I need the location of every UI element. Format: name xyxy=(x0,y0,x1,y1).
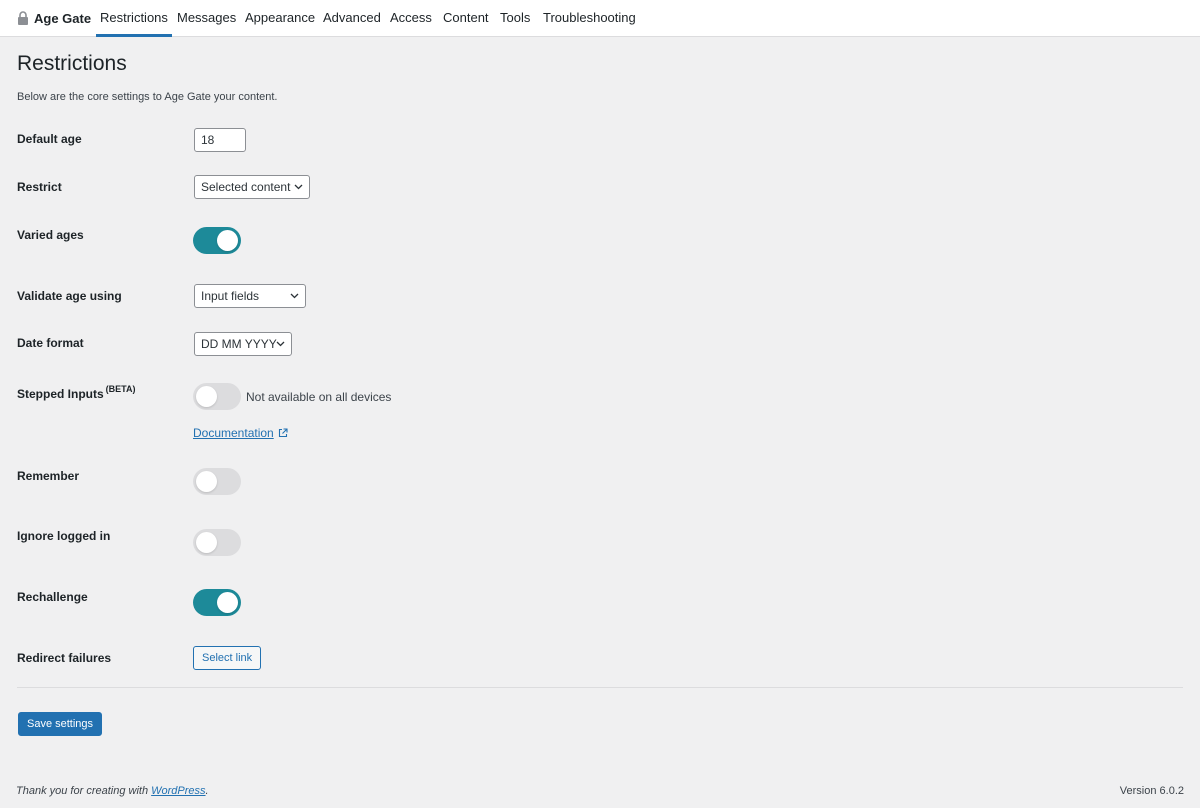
ignore-logged-in-label: Ignore logged in xyxy=(17,529,111,543)
ignore-logged-in-toggle[interactable] xyxy=(193,529,241,556)
chevron-down-icon xyxy=(276,341,285,347)
stepped-inputs-note: Not available on all devices xyxy=(246,390,392,404)
validate-age-label: Validate age using xyxy=(17,289,122,303)
external-link-icon xyxy=(278,428,288,438)
date-format-label: Date format xyxy=(17,336,84,350)
rechallenge-toggle[interactable] xyxy=(193,589,241,616)
rechallenge-label: Rechallenge xyxy=(17,590,88,604)
varied-ages-label: Varied ages xyxy=(17,228,84,242)
tab-tools[interactable]: Tools xyxy=(500,0,530,37)
tab-access[interactable]: Access xyxy=(390,0,432,37)
restrict-select-value: Selected content xyxy=(201,180,291,194)
beta-badge: (BETA) xyxy=(105,384,136,394)
stepped-inputs-label-text: Stepped Inputs xyxy=(17,387,104,401)
lock-icon xyxy=(17,11,29,25)
chevron-down-icon xyxy=(290,293,299,299)
footer-thanks-suffix: . xyxy=(205,785,209,797)
varied-ages-toggle[interactable] xyxy=(193,227,241,254)
footer-version: Version 6.0.2 xyxy=(1119,785,1184,797)
brand-name: Age Gate xyxy=(34,10,92,26)
toggle-knob xyxy=(217,592,238,613)
tab-troubleshooting[interactable]: Troubleshooting xyxy=(543,0,636,37)
documentation-link-text: Documentation xyxy=(193,426,274,440)
stepped-inputs-label: Stepped Inputs (BETA) xyxy=(17,384,136,401)
remember-label: Remember xyxy=(17,469,80,483)
tab-appearance[interactable]: Appearance xyxy=(245,0,315,37)
default-age-input[interactable] xyxy=(194,128,246,152)
divider xyxy=(17,687,1183,688)
brand: Age Gate xyxy=(17,0,91,36)
tab-messages[interactable]: Messages xyxy=(177,0,236,37)
toggle-knob xyxy=(196,386,217,407)
tab-restrictions[interactable]: Restrictions xyxy=(96,0,172,37)
remember-toggle[interactable] xyxy=(193,468,241,495)
footer-thanks: Thank you for creating with WordPress. xyxy=(16,785,209,797)
redirect-failures-label: Redirect failures xyxy=(17,651,112,665)
top-navigation: Age Gate Restrictions Messages Appearanc… xyxy=(0,0,1200,37)
validate-age-select[interactable]: Input fields xyxy=(194,284,306,308)
stepped-inputs-toggle[interactable] xyxy=(193,383,241,410)
validate-age-select-value: Input fields xyxy=(201,289,260,303)
toggle-knob xyxy=(217,230,238,251)
toggle-knob xyxy=(196,532,217,553)
toggle-knob xyxy=(196,471,217,492)
page-description: Below are the core settings to Age Gate … xyxy=(17,91,278,103)
chevron-down-icon xyxy=(294,184,303,190)
date-format-select-value: DD MM YYYY xyxy=(201,337,277,351)
save-settings-button[interactable]: Save settings xyxy=(18,712,103,736)
date-format-select[interactable]: DD MM YYYY xyxy=(194,332,292,356)
tab-content[interactable]: Content xyxy=(443,0,489,37)
restrict-select[interactable]: Selected content xyxy=(194,175,310,199)
page-title: Restrictions xyxy=(17,52,127,75)
tab-advanced[interactable]: Advanced xyxy=(323,0,381,37)
documentation-link[interactable]: Documentation xyxy=(193,426,288,440)
wordpress-link[interactable]: WordPress xyxy=(151,785,205,797)
default-age-label: Default age xyxy=(17,132,82,146)
footer-thanks-prefix: Thank you for creating with xyxy=(16,785,152,797)
select-link-button[interactable]: Select link xyxy=(193,646,262,670)
restrict-label: Restrict xyxy=(17,180,62,194)
